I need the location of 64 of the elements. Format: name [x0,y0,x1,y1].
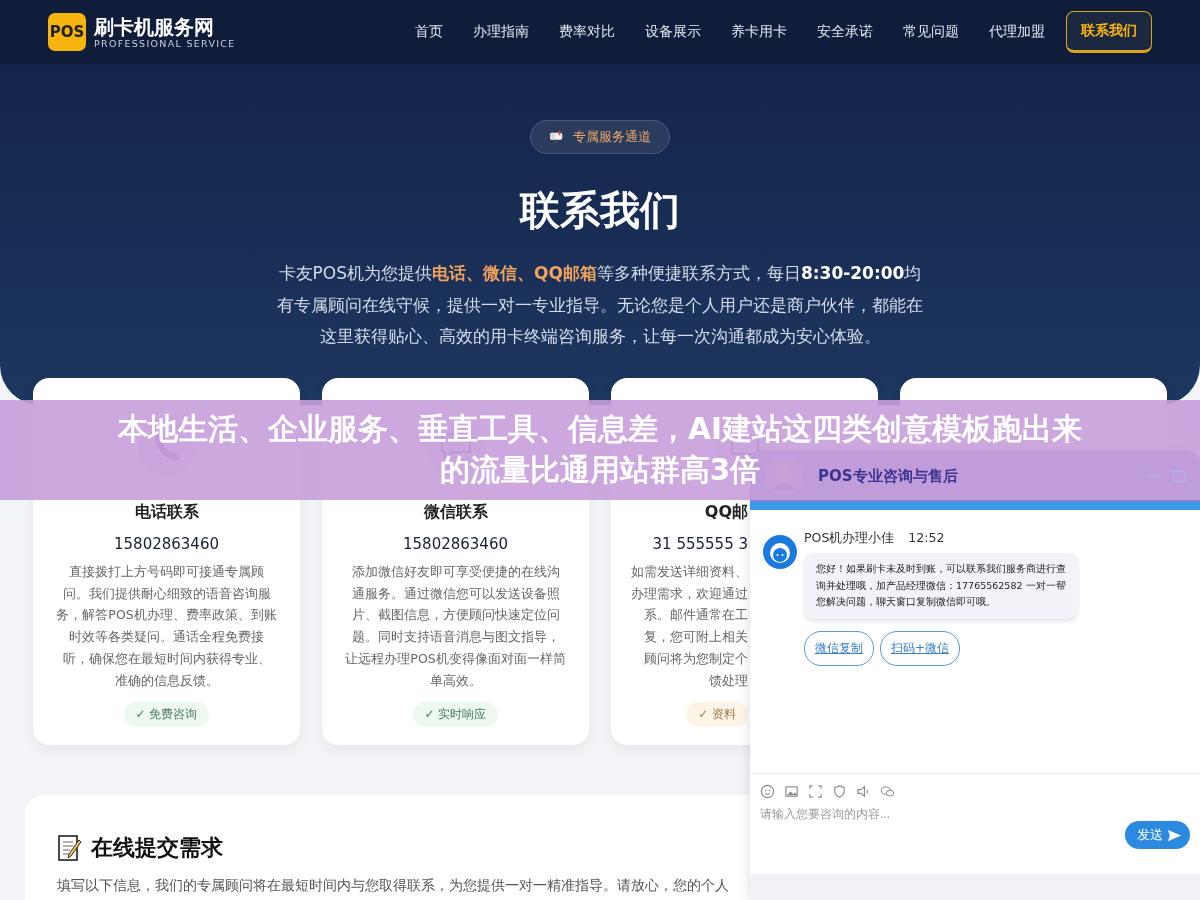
feature-tag: ✓ 实时响应 [412,702,499,728]
card-title: QQ邮 [704,502,748,523]
page-title: 联系我们 [520,186,680,235]
description-line: 听，确保您在最短时间内获得专业、 [62,649,271,668]
card-title: 电话联系 [134,502,199,523]
nav-link[interactable]: 设备展示 [630,23,716,41]
fullscreen-icon[interactable] [808,784,823,799]
form-title: 在线提交需求 [91,834,223,862]
description-line: 如需发送详细资料、 [631,563,748,581]
nav-link[interactable]: 养卡用卡 [716,23,802,41]
send-icon [1167,827,1182,843]
nav-link[interactable]: 费率对比 [544,23,630,41]
feature-tag: ✓ 免费咨询 [123,702,210,728]
chat-title: POS专业咨询与售后 [818,466,959,486]
description-line: 添加微信好友即可享受便捷的在线沟 [351,563,560,581]
send-button[interactable]: 发送 [1125,821,1190,849]
description-line: 时效等各类疑问。通话全程免费接 [69,628,264,647]
description-line: 单高效。 [429,671,482,690]
speaker-icon[interactable] [856,784,871,799]
message-time: 12:52 [908,530,945,547]
image-icon[interactable] [784,784,799,799]
support-avatar-icon [762,534,798,570]
contact-number: 15802863460 [114,535,219,553]
description-line: 问。我们提供耐心细致的语音咨询服 [62,584,271,603]
nav-link[interactable]: 安全承诺 [802,23,888,41]
nav-link[interactable]: 联系我们 [1066,11,1152,53]
shield-icon[interactable] [832,784,847,799]
service-badge: 专属服务通道 [530,120,670,154]
nav-link[interactable]: 代理加盟 [974,23,1060,41]
description-line: 系。邮件通常在工 [644,606,748,625]
description-line: 办理需求，欢迎通过 [631,584,748,603]
intro-paragraph: 卡友POS机为您提供电话、微信、QQ邮箱等多种便捷联系方式，每日 8:30-20:00均有专属顾问在线守候，提供一对一专业指导。无论您是个人用户还是商户伙伴，都能在这里获得贴心、高效的用卡终端咨询服务，让每一次沟通都成为安心体验。 [276,262,924,348]
memo-icon [57,834,83,862]
caption-line: 的流量比通用站群高3倍 [439,452,761,489]
description-line: 通服务。通过微信您可以发送设备照 [351,584,560,603]
mailbox-icon [549,130,565,144]
contact-number: 15802863460 [403,535,508,553]
description-line: 复，您可附上相关 [644,628,748,647]
contact-number: 31 555555 3 [652,535,748,553]
description-line: 片、截图信息，方便顾问快速定位问 [351,606,560,625]
sender-name: POS机办理小佳 [804,530,895,547]
message-bubble: 您好！如果刷卡未及时到账，可以联系我们服务商进行查询并处理哦，加产品经理微信：17765562582 一对一帮您解决问题，聊天窗口复制微信即可哦。 [804,553,1078,619]
brand-name: 刷卡机服务网 [94,15,215,38]
caption-line: 本地生活、企业服务、垂直工具、信息差，AI建站这四类创意模板跑出来 [118,411,1082,448]
logo-mark[interactable]: POS [48,13,86,51]
description-line: 务，解答POS机办理、费率政策、到账 [56,606,277,625]
description-line: 直接拨打上方号码即可接通专属顾 [69,563,264,581]
description-line: 题。同时支持语音消息与图文指导， [351,628,560,647]
message-input[interactable]: 请输入您要咨询的内容... [760,807,1060,821]
nav-link[interactable]: 常见问题 [888,23,974,41]
brand-tagline: PROFESSIONAL SERVICE [94,37,236,49]
quick-action-link[interactable]: 扫码+微信 [880,630,961,666]
wechat-icon[interactable] [880,784,895,799]
description-line: 顾问将为您制定个 [644,649,748,668]
nav-link[interactable]: 办理指南 [458,23,544,41]
form-description: 填写以下信息，我们的专属顾问将在最短时间内与您取得联系，为您提供一对一精准指导。请放心，您的个人 [57,877,729,895]
description-line: 让远程办理POS机变得像面对面一样简 [345,649,566,668]
emoji-icon[interactable] [760,784,775,799]
quick-action-link[interactable]: 微信复制 [804,630,874,666]
description-line: 准确的信息反馈。 [114,671,219,690]
feature-tag: ✓ 资料 [686,702,748,728]
description-line: 馈处理 [709,671,748,690]
card-title: 微信联系 [423,502,488,523]
nav-link[interactable]: 首页 [400,23,458,41]
